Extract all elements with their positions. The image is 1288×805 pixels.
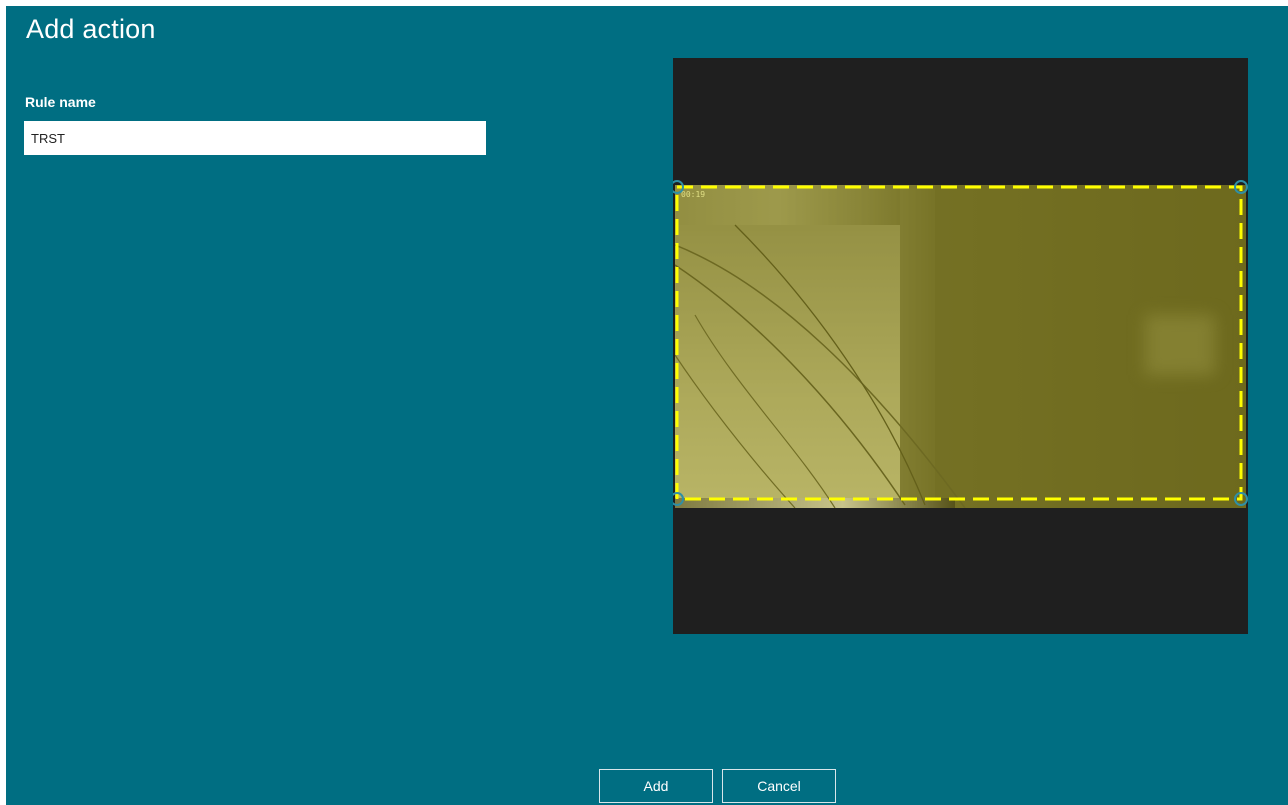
cancel-button[interactable]: Cancel [722,769,836,803]
add-button[interactable]: Add [599,769,713,803]
rule-name-input[interactable] [24,121,486,155]
page-title: Add action [26,14,156,44]
detection-region[interactable] [673,58,1248,634]
detection-region-border[interactable] [675,185,1243,501]
add-action-dialog: Add action Rule name 00:19 Ad [6,6,1288,805]
camera-preview: 00:19 [673,58,1248,634]
rule-name-label: Rule name [25,94,96,110]
